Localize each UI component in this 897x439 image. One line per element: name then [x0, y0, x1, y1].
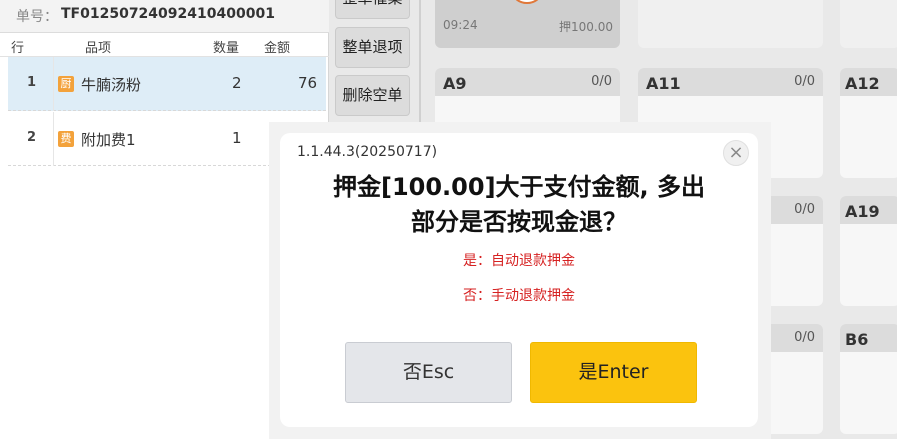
table-tile-a19[interactable]: A19 [840, 196, 897, 306]
item-name: 牛腩汤粉 [81, 76, 142, 94]
order-number-label: 单号： [16, 9, 58, 25]
rush-all-button[interactable]: 整单催菜 [335, 0, 410, 19]
order-number: TF01250724092410400001 [61, 6, 275, 22]
table-name: A11 [646, 74, 681, 93]
row-divider [53, 57, 54, 111]
table-tile-occupied[interactable]: 09:24 押100.00 [435, 0, 620, 48]
table-name: A12 [845, 74, 880, 93]
row-divider [53, 112, 54, 166]
table-tile-b6[interactable]: B6 [840, 324, 897, 434]
column-item: 品项 [85, 41, 112, 56]
table-tile-a12[interactable]: A12 [840, 68, 897, 178]
column-row: 行 [11, 41, 25, 56]
item-amount: 76 [298, 74, 318, 92]
kitchen-tag-icon: 厨 [58, 76, 74, 92]
fee-tag-icon: 费 [58, 131, 74, 147]
row-index: 1 [27, 75, 37, 90]
table-name: A19 [845, 202, 880, 221]
order-header: 单号： TF01250724092410400001 [0, 0, 329, 33]
delete-empty-button[interactable]: 删除空单 [335, 75, 410, 116]
table-count: 0/0 [794, 202, 815, 217]
item-qty: 1 [232, 129, 242, 147]
order-row[interactable]: 1 厨 牛腩汤粉 2 76 [8, 57, 326, 111]
dialog-title: 押金[100.00]大于支付金额, 多出 部分是否按现金退？ [300, 170, 738, 240]
table-name: B6 [845, 330, 869, 349]
table-count: 0/0 [794, 74, 815, 89]
option-yes-text: 是：自动退款押金 [463, 253, 575, 269]
dialog-title-line1: 押金[100.00]大于支付金额, 多出 [332, 173, 706, 201]
guest-icon [515, 0, 539, 4]
table-deposit: 押100.00 [559, 20, 613, 34]
return-all-button[interactable]: 整单退项 [335, 27, 410, 68]
column-qty: 数量 [213, 41, 240, 56]
table-tile[interactable] [840, 0, 897, 48]
option-no-text: 否：手动退款押金 [463, 288, 575, 304]
table-time: 09:24 [443, 18, 478, 32]
item-name: 附加费1 [81, 131, 136, 149]
order-column-header: 行 品项 数量 金额 [0, 33, 329, 57]
no-esc-button[interactable]: 否Esc [345, 342, 512, 403]
deposit-refund-dialog: 1.1.44.3(20250717) × 押金[100.00]大于支付金额, 多… [280, 133, 758, 427]
table-count: 0/0 [794, 330, 815, 345]
table-name: A9 [443, 74, 467, 93]
close-icon[interactable]: × [723, 140, 749, 166]
version-label: 1.1.44.3(20250717) [297, 144, 438, 160]
row-index: 2 [27, 130, 37, 145]
column-amount: 金额 [264, 41, 291, 56]
yes-enter-button[interactable]: 是Enter [530, 342, 697, 403]
table-count: 0/0 [591, 74, 612, 89]
item-qty: 2 [232, 74, 242, 92]
table-tile[interactable] [638, 0, 823, 48]
dialog-title-line2: 部分是否按现金退？ [411, 208, 627, 236]
